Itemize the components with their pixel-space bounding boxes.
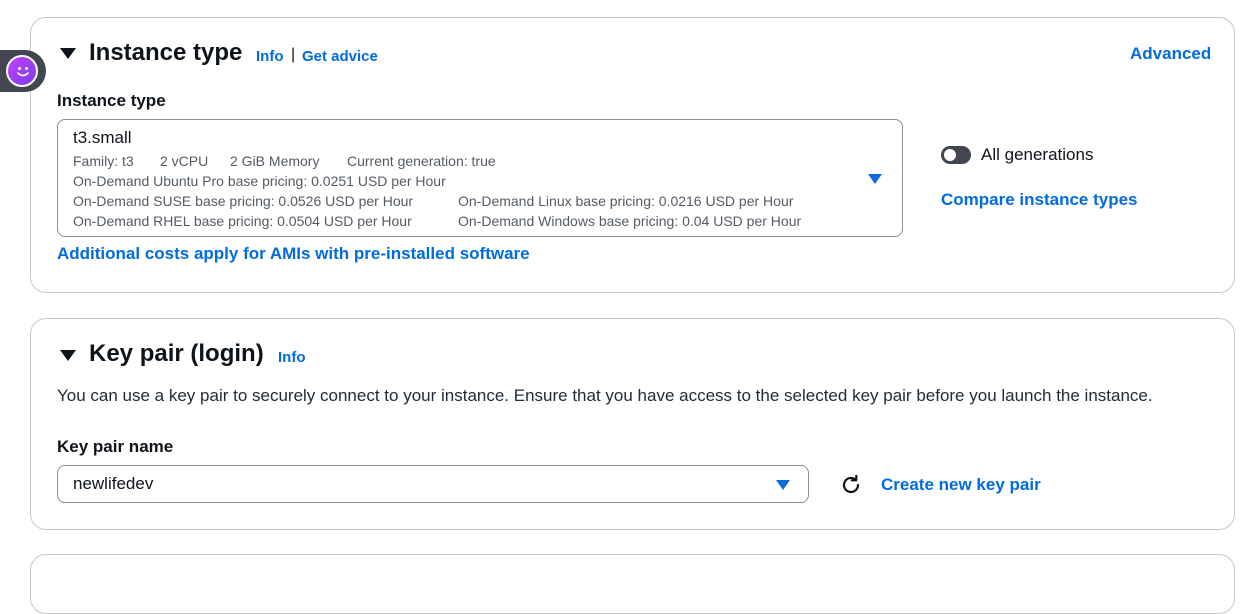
selected-instance-name: t3.small	[73, 128, 132, 147]
next-panel	[30, 554, 1235, 614]
dropdown-triangle-icon	[776, 480, 790, 490]
collapse-caret-icon[interactable]	[60, 48, 76, 59]
link-separator: |	[291, 46, 296, 63]
instance-generation: Current generation: true	[347, 153, 496, 169]
instance-type-select[interactable]: t3.small Family: t3 2 vCPU 2 GiB Memory …	[57, 119, 903, 237]
linux-pricing: On-Demand Linux base pricing: 0.0216 USD…	[458, 193, 794, 209]
key-pair-heading: Key pair (login)	[89, 340, 264, 367]
additional-costs-link[interactable]: Additional costs apply for AMIs with pre…	[57, 244, 530, 264]
windows-pricing: On-Demand Windows base pricing: 0.04 USD…	[458, 213, 802, 229]
key-pair-select[interactable]: newlifedev	[57, 465, 809, 503]
instance-vcpu: 2 vCPU	[160, 153, 209, 169]
toggle-knob	[944, 149, 956, 161]
instance-type-panel: Instance type Info | Get advice Advanced…	[30, 17, 1235, 293]
dropdown-triangle-icon	[868, 174, 882, 184]
instance-type-field-label: Instance type	[57, 91, 166, 110]
key-pair-info-link[interactable]: Info	[278, 349, 306, 366]
assistant-avatar-icon[interactable]	[6, 55, 38, 87]
avatar-smile	[17, 72, 29, 77]
all-generations-toggle[interactable]	[941, 146, 971, 164]
instance-family: Family: t3	[73, 153, 134, 169]
refresh-icon[interactable]	[839, 473, 863, 497]
rhel-pricing: On-Demand RHEL base pricing: 0.0504 USD …	[73, 213, 412, 229]
compare-instance-types-link[interactable]: Compare instance types	[941, 190, 1138, 210]
avatar-eye	[25, 67, 28, 70]
create-new-key-pair-link[interactable]: Create new key pair	[881, 475, 1041, 495]
selected-key-pair: newlifedev	[73, 474, 154, 493]
avatar-eye	[18, 67, 21, 70]
collapse-caret-icon[interactable]	[60, 350, 76, 361]
key-pair-name-label: Key pair name	[57, 437, 174, 456]
ubuntu-pro-pricing: On-Demand Ubuntu Pro base pricing: 0.025…	[73, 173, 446, 189]
suse-pricing: On-Demand SUSE base pricing: 0.0526 USD …	[73, 193, 414, 209]
instance-memory: 2 GiB Memory	[230, 153, 320, 169]
advanced-link[interactable]: Advanced	[1130, 44, 1211, 64]
key-pair-panel: Key pair (login) Info You can use a key …	[30, 318, 1235, 530]
instance-type-info-link[interactable]: Info	[256, 48, 284, 65]
key-pair-description: You can use a key pair to securely conne…	[57, 386, 1153, 405]
get-advice-link[interactable]: Get advice	[302, 48, 378, 65]
instance-type-heading: Instance type	[89, 39, 243, 66]
all-generations-label: All generations	[981, 145, 1094, 164]
